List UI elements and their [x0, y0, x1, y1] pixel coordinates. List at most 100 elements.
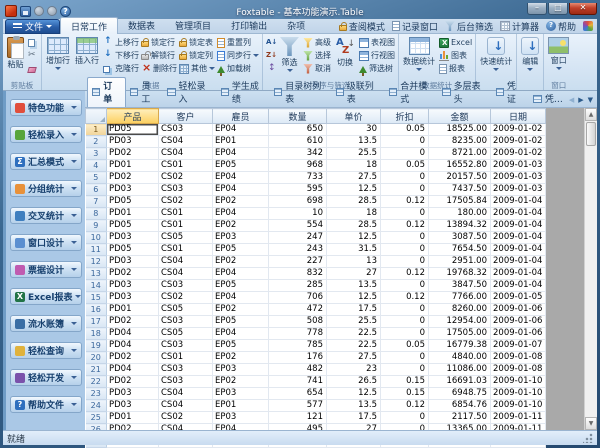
grid-cell[interactable]: 2009-01-04: [491, 244, 546, 256]
grid-cell[interactable]: 11086.00: [429, 364, 491, 376]
sidebar-item-easy-entry[interactable]: 轻松录入: [10, 126, 82, 143]
grid-cell[interactable]: 16779.38: [429, 340, 491, 352]
grid-cell[interactable]: CS02: [159, 172, 213, 184]
grid-cell[interactable]: 28.5: [327, 220, 381, 232]
grid-cell[interactable]: 0: [381, 412, 429, 424]
grid-cell[interactable]: CS05: [159, 328, 213, 340]
grid-cell[interactable]: EP03: [213, 364, 269, 376]
data-stats-button[interactable]: 数据统计: [401, 36, 437, 72]
grid-cell[interactable]: 7654.50: [429, 244, 491, 256]
insert-row-button[interactable]: 插入行: [73, 36, 101, 67]
grid-cell[interactable]: 2009-01-04: [491, 208, 546, 220]
column-header-产品[interactable]: 产品: [107, 109, 159, 124]
grid-cell[interactable]: 733: [269, 172, 327, 184]
row-number[interactable]: 3: [86, 148, 107, 160]
grid-cell[interactable]: 0.15: [381, 388, 429, 400]
grid-cell[interactable]: 0: [381, 364, 429, 376]
grid-cell[interactable]: 227: [269, 256, 327, 268]
grid-cell[interactable]: EP04: [213, 124, 269, 136]
button-高级[interactable]: 高级: [302, 36, 332, 49]
grid-cell[interactable]: 28.5: [327, 196, 381, 208]
sidebar-item-easy-dev[interactable]: 轻松开发: [10, 369, 82, 386]
grid-cell[interactable]: 2009-01-04: [491, 220, 546, 232]
switch-button[interactable]: AZ 切换: [333, 36, 357, 69]
sidebar-item-summary[interactable]: Σ汇总模式: [10, 153, 82, 170]
grid-cell[interactable]: 2951.00: [429, 256, 491, 268]
grid-cell[interactable]: 2117.50: [429, 412, 491, 424]
help-icon[interactable]: ?: [60, 6, 71, 17]
grid-cell[interactable]: 7766.00: [429, 292, 491, 304]
grid-cell[interactable]: 2009-01-04: [491, 256, 546, 268]
grid-cell[interactable]: 8721.00: [429, 148, 491, 160]
grid-cell[interactable]: 0.12: [381, 292, 429, 304]
button-图表[interactable]: 图表: [438, 49, 473, 62]
row-number[interactable]: 11: [86, 244, 107, 256]
grid-cell[interactable]: EP03: [213, 232, 269, 244]
sort-custom-button[interactable]: [265, 62, 277, 75]
grid-cell[interactable]: 0: [381, 172, 429, 184]
button-取消[interactable]: 取消: [302, 62, 332, 75]
grid-cell[interactable]: PD02: [107, 148, 159, 160]
grid-cell[interactable]: PD02: [107, 172, 159, 184]
button-下移行[interactable]: 下移行: [102, 49, 140, 62]
button-锁定行[interactable]: 锁定行: [140, 36, 178, 49]
table-tab-6[interactable]: 级联列表: [332, 78, 385, 107]
grid-cell[interactable]: PD03: [107, 184, 159, 196]
grid-cell[interactable]: PD05: [107, 124, 159, 136]
row-number[interactable]: 21: [86, 364, 107, 376]
grid-cell[interactable]: 554: [269, 220, 327, 232]
table-tab-2[interactable]: 员工: [126, 78, 163, 107]
grid-cell[interactable]: 31.5: [327, 244, 381, 256]
grid-cell[interactable]: 2009-01-10: [491, 376, 546, 388]
row-number[interactable]: 20: [86, 352, 107, 364]
grid-cell[interactable]: 2009-01-03: [491, 184, 546, 196]
grid-cell[interactable]: PD02: [107, 352, 159, 364]
column-header-客户[interactable]: 客户: [159, 109, 213, 124]
grid-cell[interactable]: EP04: [213, 172, 269, 184]
tool-lock[interactable]: 查阅模式: [339, 20, 385, 33]
button-表视图[interactable]: 表视图: [358, 36, 396, 49]
grid-cell[interactable]: 30: [327, 124, 381, 136]
grid-cell[interactable]: 2009-01-07: [491, 340, 546, 352]
grid-cell[interactable]: CS03: [159, 316, 213, 328]
grid-cell[interactable]: 3847.50: [429, 280, 491, 292]
grid-cell[interactable]: EP05: [213, 340, 269, 352]
grid-cell[interactable]: 8235.00: [429, 136, 491, 148]
grid-cell[interactable]: EP04: [213, 148, 269, 160]
tool-funnel[interactable]: 后台筛选: [445, 20, 493, 33]
row-number[interactable]: 19: [86, 340, 107, 352]
row-number[interactable]: 13: [86, 268, 107, 280]
grid-cell[interactable]: 27.5: [327, 172, 381, 184]
grid-cell[interactable]: 27: [327, 268, 381, 280]
grid-cell[interactable]: 20157.50: [429, 172, 491, 184]
grid-cell[interactable]: CS05: [159, 304, 213, 316]
grid-cell[interactable]: EP01: [213, 136, 269, 148]
grid-cell[interactable]: PD04: [107, 364, 159, 376]
grid-cell[interactable]: CS04: [159, 400, 213, 412]
row-number[interactable]: 24: [86, 400, 107, 412]
grid-cell[interactable]: 16552.80: [429, 160, 491, 172]
grid-cell[interactable]: EP02: [213, 196, 269, 208]
save-icon[interactable]: [20, 6, 31, 17]
grid-cell[interactable]: CS03: [159, 124, 213, 136]
button-克隆行[interactable]: 克隆行: [102, 62, 140, 75]
grid-cell[interactable]: 121: [269, 412, 327, 424]
grid-cell[interactable]: 0.05: [381, 124, 429, 136]
redo-icon[interactable]: [47, 6, 57, 16]
maximize-button[interactable]: □: [548, 3, 568, 15]
grid-cell[interactable]: 180.00: [429, 208, 491, 220]
grid-cell[interactable]: 18: [327, 160, 381, 172]
ribbon-tab-4[interactable]: 打印输出: [221, 17, 277, 35]
scrollbar-track[interactable]: [585, 147, 597, 417]
grid-cell[interactable]: PD01: [107, 412, 159, 424]
grid-cell[interactable]: 2009-01-10: [491, 400, 546, 412]
grid-cell[interactable]: 26.5: [327, 376, 381, 388]
column-header-雇员[interactable]: 雇员: [213, 109, 269, 124]
grid-cell[interactable]: CS01: [159, 352, 213, 364]
table-tab-8[interactable]: 多层表头: [438, 78, 491, 107]
grid-cell[interactable]: EP01: [213, 400, 269, 412]
grid-cell[interactable]: PD02: [107, 376, 159, 388]
row-number[interactable]: 23: [86, 388, 107, 400]
button-加载树[interactable]: 加载树: [216, 62, 260, 75]
grid-cell[interactable]: CS03: [159, 364, 213, 376]
